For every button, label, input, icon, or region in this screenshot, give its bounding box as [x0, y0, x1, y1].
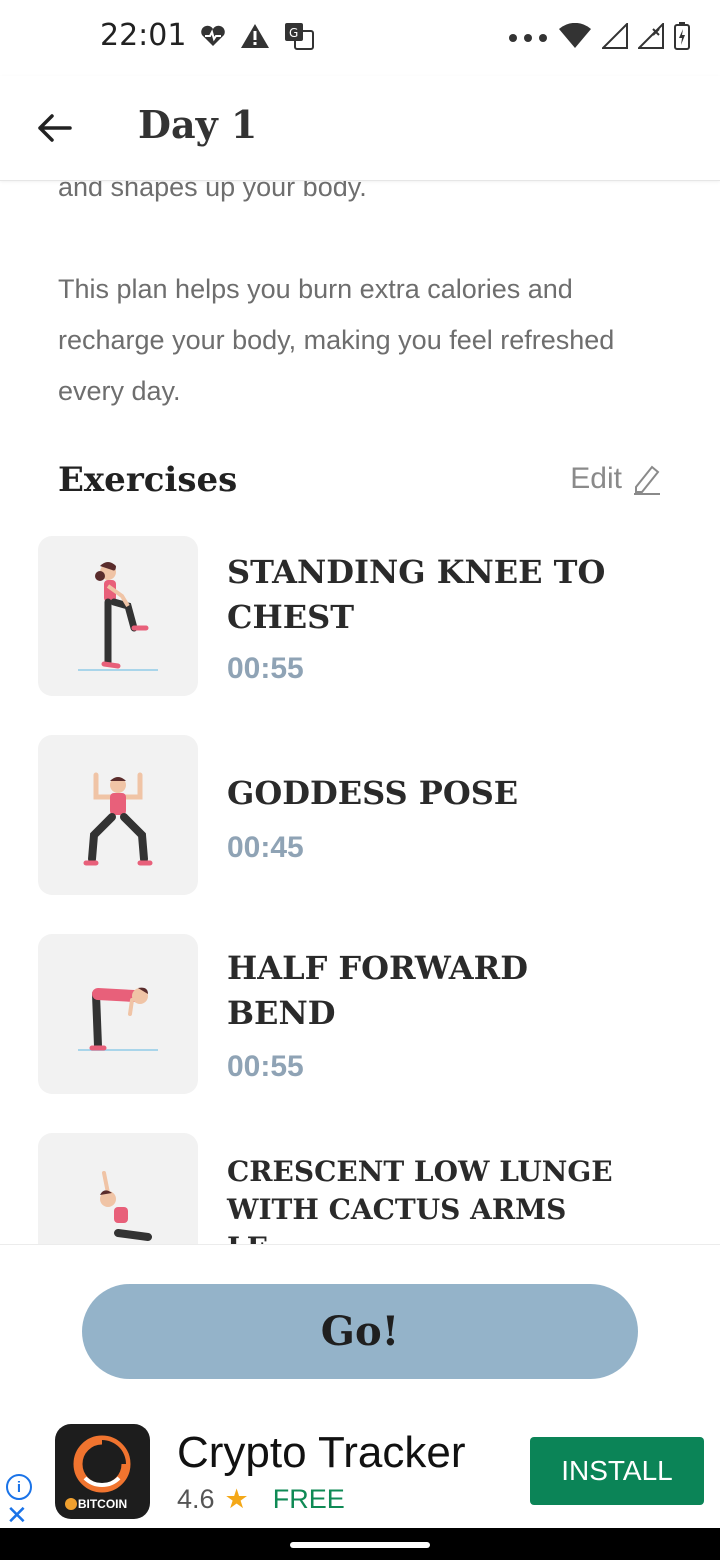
star-icon: ★ — [224, 1484, 249, 1514]
section-title-exercises: Exercises — [58, 460, 238, 500]
exercise-item[interactable]: HALF FORWARD BEND 00:55 — [38, 934, 678, 1094]
install-button[interactable]: INSTALL — [530, 1437, 704, 1505]
exercise-duration: 00:55 — [227, 652, 304, 685]
exercise-thumbnail — [38, 1133, 198, 1244]
ad-price: FREE — [272, 1484, 345, 1514]
ad-info-icon[interactable]: i — [6, 1474, 32, 1500]
edit-label: Edit — [570, 462, 622, 495]
exercise-name: GODDESS POSE — [227, 774, 519, 812]
exercise-name: HALF FORWARD BEND — [227, 949, 528, 1032]
exercise-name: STANDING KNEE TO CHEST — [227, 553, 606, 636]
exercise-duration: 00:45 — [227, 831, 304, 864]
arrow-left-icon — [38, 114, 72, 142]
bottom-action-bar: Go! — [0, 1244, 720, 1417]
signal-icon — [600, 21, 628, 54]
ad-rating-value: 4.6 — [177, 1484, 215, 1514]
scroll-content[interactable]: and shapes up your body. This plan helps… — [0, 180, 720, 1244]
exercise-thumbnail — [38, 735, 198, 895]
pencil-icon — [634, 465, 660, 495]
ad-rating-row: 4.6 ★ FREE — [177, 1484, 345, 1515]
exercise-item[interactable]: STANDING KNEE TO CHEST 00:55 — [38, 536, 678, 696]
description-partial: and shapes up your body. — [58, 180, 367, 202]
translate-icon: G — [284, 22, 314, 55]
app-bar: Day 1 — [0, 76, 720, 181]
home-handle[interactable] — [290, 1542, 430, 1548]
exercise-name: CRESCENT LOW LUNGE WITH CACTUS ARMS LE..… — [227, 1155, 613, 1244]
ad-banner[interactable]: i ✕ BITCOIN Crypto Tracker 4.6 ★ FREE IN… — [0, 1416, 720, 1528]
more-dots-icon — [508, 30, 548, 48]
battery-charging-icon — [674, 22, 690, 55]
status-time: 22:01 — [100, 18, 187, 53]
warning-icon — [240, 23, 270, 54]
system-nav-bar — [0, 1528, 720, 1560]
status-bar: 22:01 G — [0, 0, 720, 76]
exercise-duration: 00:55 — [227, 1050, 304, 1083]
edit-button[interactable]: Edit — [570, 462, 662, 496]
ad-icon-label: BITCOIN — [77, 1497, 128, 1511]
go-button[interactable]: Go! — [82, 1284, 638, 1379]
ad-title[interactable]: Crypto Tracker — [177, 1428, 466, 1478]
wifi-icon — [558, 22, 592, 54]
exercise-thumbnail — [38, 934, 198, 1094]
exercise-thumbnail — [38, 536, 198, 696]
signal-x-icon — [636, 21, 664, 54]
svg-text:G: G — [289, 26, 298, 40]
description-paragraph: This plan helps you burn extra calories … — [58, 274, 615, 406]
ad-close-icon[interactable]: ✕ — [6, 1502, 28, 1528]
health-icon — [200, 25, 226, 52]
exercise-item[interactable]: CRESCENT LOW LUNGE WITH CACTUS ARMS LE..… — [38, 1133, 678, 1244]
exercise-item[interactable]: GODDESS POSE 00:45 — [38, 735, 678, 895]
ad-app-icon[interactable]: BITCOIN — [55, 1424, 150, 1519]
back-button[interactable] — [32, 106, 76, 150]
page-title: Day 1 — [138, 102, 258, 147]
